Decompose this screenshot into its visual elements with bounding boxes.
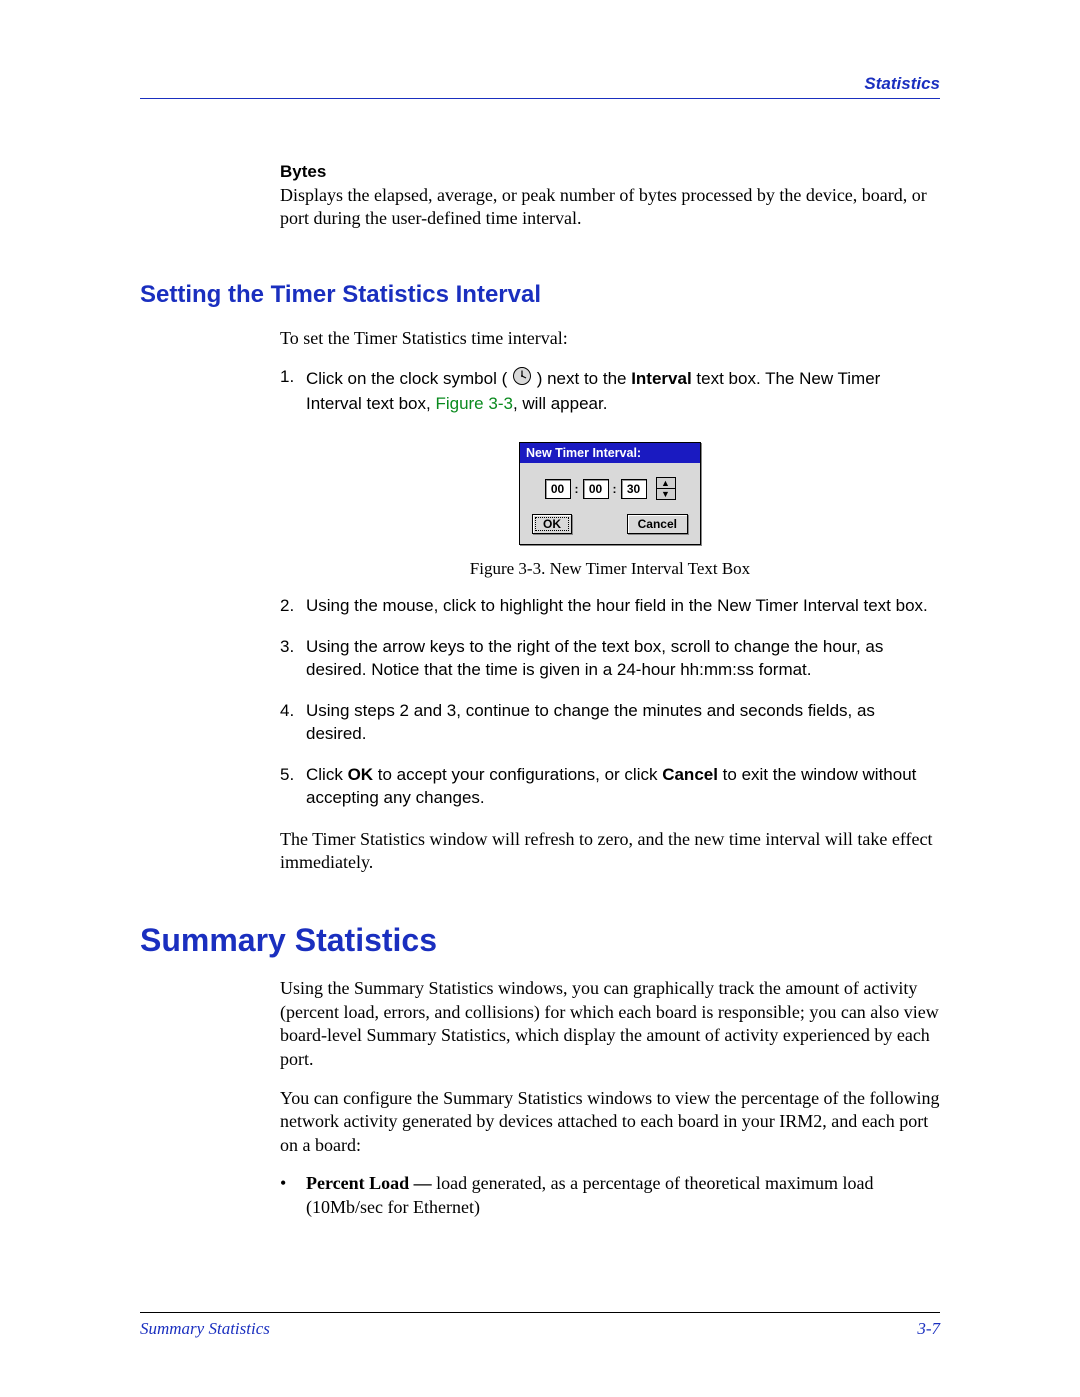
- footer-left: Summary Statistics: [140, 1319, 270, 1339]
- seconds-field[interactable]: 30: [621, 479, 647, 499]
- colon: :: [612, 480, 618, 498]
- spinner: ▲ ▼: [656, 477, 676, 500]
- bullet-list: • Percent Load — load generated, as a pe…: [280, 1171, 940, 1220]
- figure-reference[interactable]: Figure 3-3: [435, 394, 512, 413]
- figure-caption: Figure 3-3. New Timer Interval Text Box: [280, 559, 940, 579]
- header-rule: [140, 98, 940, 99]
- colon: :: [574, 480, 580, 498]
- step-2: 2. Using the mouse, click to highlight t…: [280, 595, 940, 618]
- step-1: 1. Click on the clock symbol ( ) next to: [280, 366, 940, 416]
- spinner-down-icon[interactable]: ▼: [657, 489, 675, 499]
- cancel-button[interactable]: Cancel: [627, 514, 688, 534]
- bullet-dot: •: [280, 1171, 306, 1220]
- step5-a: Click: [306, 765, 348, 784]
- section1-after: The Timer Statistics window will refresh…: [280, 828, 940, 875]
- summary-p2: You can configure the Summary Statistics…: [280, 1087, 940, 1157]
- minutes-field[interactable]: 00: [583, 479, 609, 499]
- section-title-summary: Summary Statistics: [140, 922, 940, 959]
- timer-dialog: New Timer Interval: 00 : 00 : 30 ▲ ▼: [519, 442, 701, 545]
- step1-text-a: Click on the clock symbol (: [306, 369, 507, 388]
- steps-list-cont: 2. Using the mouse, click to highlight t…: [280, 595, 940, 810]
- dialog-body: 00 : 00 : 30 ▲ ▼ OK Cancel: [520, 463, 700, 544]
- bullet-item: • Percent Load — load generated, as a pe…: [280, 1171, 940, 1220]
- bytes-label: Bytes: [280, 162, 940, 182]
- page: Statistics Bytes Displays the elapsed, a…: [0, 0, 1080, 1397]
- clock-icon: [512, 366, 532, 393]
- page-footer: Summary Statistics 3-7: [140, 1312, 940, 1339]
- step-number: 2.: [280, 595, 306, 618]
- step5-cancel: Cancel: [662, 765, 718, 784]
- bullet-body: Percent Load — load generated, as a perc…: [306, 1171, 940, 1220]
- spinner-up-icon[interactable]: ▲: [657, 478, 675, 489]
- step1-bold: Interval: [631, 369, 691, 388]
- bullet-bold: Percent Load —: [306, 1173, 436, 1193]
- header-section-label: Statistics: [864, 74, 940, 94]
- hours-field[interactable]: 00: [545, 479, 571, 499]
- time-row: 00 : 00 : 30 ▲ ▼: [530, 477, 690, 500]
- footer-row: Summary Statistics 3-7: [140, 1319, 940, 1339]
- step-body: Using the arrow keys to the right of the…: [306, 636, 940, 682]
- section1-body: To set the Timer Statistics time interva…: [280, 327, 940, 875]
- footer-right: 3-7: [917, 1319, 940, 1339]
- summary-p1: Using the Summary Statistics windows, yo…: [280, 977, 940, 1071]
- step-body: Click OK to accept your configurations, …: [306, 764, 940, 810]
- step-4: 4. Using steps 2 and 3, continue to chan…: [280, 700, 940, 746]
- footer-rule: [140, 1312, 940, 1313]
- step5-b: to accept your configurations, or click: [373, 765, 662, 784]
- step-number: 4.: [280, 700, 306, 746]
- figure-3-3: New Timer Interval: 00 : 00 : 30 ▲ ▼: [280, 442, 940, 579]
- step-5: 5. Click OK to accept your configuration…: [280, 764, 940, 810]
- dialog-button-row: OK Cancel: [530, 514, 690, 534]
- step-body: Click on the clock symbol ( ) next to th…: [306, 366, 940, 416]
- steps-list: 1. Click on the clock symbol ( ) next to: [280, 366, 940, 416]
- step-body: Using the mouse, click to highlight the …: [306, 595, 940, 618]
- section-title-timer: Setting the Timer Statistics Interval: [140, 281, 940, 309]
- step5-ok: OK: [348, 765, 374, 784]
- step-body: Using steps 2 and 3, continue to change …: [306, 700, 940, 746]
- ok-button[interactable]: OK: [532, 514, 572, 534]
- section2-body: Using the Summary Statistics windows, yo…: [280, 977, 940, 1219]
- bytes-text: Displays the elapsed, average, or peak n…: [280, 184, 940, 231]
- step-number: 5.: [280, 764, 306, 810]
- step1-text-d: , will appear.: [513, 394, 608, 413]
- dialog-title: New Timer Interval:: [520, 443, 700, 463]
- content: Bytes Displays the elapsed, average, or …: [140, 162, 940, 1220]
- step-3: 3. Using the arrow keys to the right of …: [280, 636, 940, 682]
- step-number: 1.: [280, 366, 306, 416]
- section1-intro: To set the Timer Statistics time interva…: [280, 327, 940, 350]
- bytes-block: Bytes Displays the elapsed, average, or …: [280, 162, 940, 231]
- step1-text-b: ) next to the: [537, 369, 632, 388]
- page-header: Statistics: [140, 82, 940, 110]
- step-number: 3.: [280, 636, 306, 682]
